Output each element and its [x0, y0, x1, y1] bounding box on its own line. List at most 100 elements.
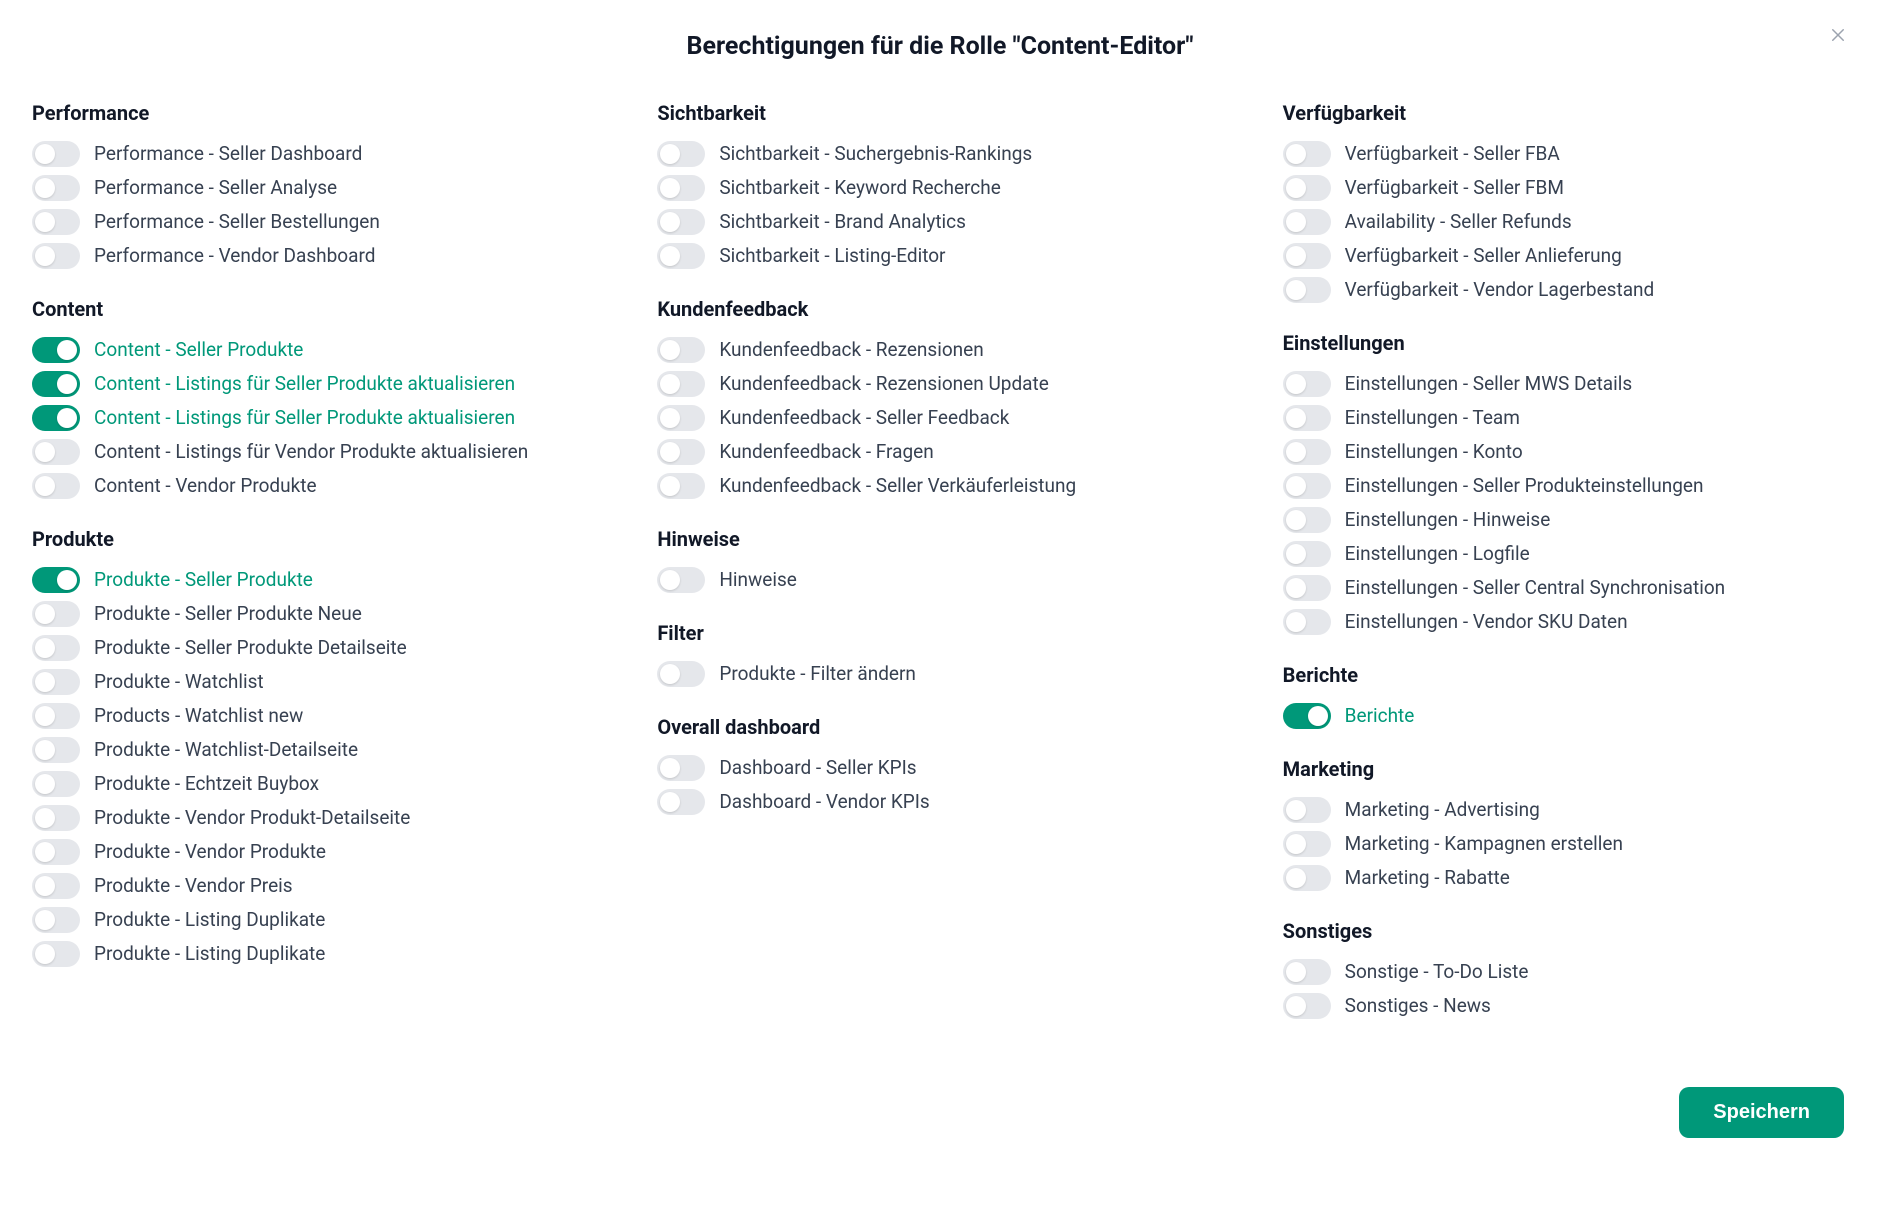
permission-toggle[interactable]: [657, 141, 705, 167]
permission-label: Performance - Seller Analyse: [94, 175, 337, 201]
permission-row-performance-seller-bestellungen: Performance - Seller Bestellungen: [32, 205, 597, 239]
permission-toggle[interactable]: [1283, 609, 1331, 635]
permission-toggle[interactable]: [657, 209, 705, 235]
permission-toggle[interactable]: [657, 439, 705, 465]
permission-toggle[interactable]: [1283, 277, 1331, 303]
permission-row-berichte: Berichte: [1283, 699, 1848, 733]
permission-row-performance-vendor-dashboard: Performance - Vendor Dashboard: [32, 239, 597, 273]
permission-toggle[interactable]: [32, 567, 80, 593]
section-title: Berichte: [1283, 663, 1848, 687]
permission-label: Performance - Vendor Dashboard: [94, 243, 375, 269]
permission-row-produkte-watchlist-detailseite: Produkte - Watchlist-Detailseite: [32, 733, 597, 767]
permission-toggle[interactable]: [32, 601, 80, 627]
permission-toggle[interactable]: [657, 243, 705, 269]
permission-label: Verfügbarkeit - Vendor Lagerbestand: [1345, 277, 1655, 303]
permission-toggle[interactable]: [32, 371, 80, 397]
permission-toggle[interactable]: [32, 703, 80, 729]
permission-label: Produkte - Seller Produkte: [94, 567, 313, 593]
permission-toggle[interactable]: [1283, 541, 1331, 567]
permission-toggle[interactable]: [32, 669, 80, 695]
permission-toggle[interactable]: [1283, 993, 1331, 1019]
permission-toggle[interactable]: [32, 141, 80, 167]
toggle-knob: [660, 476, 680, 496]
permission-toggle[interactable]: [1283, 371, 1331, 397]
save-button[interactable]: Speichern: [1679, 1087, 1844, 1138]
toggle-knob: [35, 476, 55, 496]
toggle-knob: [35, 672, 55, 692]
permission-toggle[interactable]: [1283, 175, 1331, 201]
permission-toggle[interactable]: [657, 337, 705, 363]
permission-label: Hinweise: [719, 567, 797, 593]
permission-toggle[interactable]: [32, 941, 80, 967]
permission-toggle[interactable]: [1283, 831, 1331, 857]
permission-toggle[interactable]: [32, 405, 80, 431]
close-button[interactable]: [1824, 22, 1852, 50]
permission-toggle[interactable]: [1283, 575, 1331, 601]
permission-row-einstellungen-seller-central-synchronisation: Einstellungen - Seller Central Synchroni…: [1283, 571, 1848, 605]
section-title: Filter: [657, 621, 1222, 645]
permission-row-content-listings-f-r-seller-produkte-aktualisieren: Content - Listings für Seller Produkte a…: [32, 401, 597, 435]
permission-toggle[interactable]: [32, 175, 80, 201]
permission-label: Content - Vendor Produkte: [94, 473, 317, 499]
permission-toggle[interactable]: [1283, 439, 1331, 465]
permission-toggle[interactable]: [657, 789, 705, 815]
permission-row-produkte-vendor-produkt-detailseite: Produkte - Vendor Produkt-Detailseite: [32, 801, 597, 835]
permission-toggle[interactable]: [32, 873, 80, 899]
permission-toggle[interactable]: [32, 243, 80, 269]
toggle-knob: [660, 246, 680, 266]
permission-row-kundenfeedback-fragen: Kundenfeedback - Fragen: [657, 435, 1222, 469]
permission-label: Marketing - Advertising: [1345, 797, 1540, 823]
permission-label: Kundenfeedback - Rezensionen: [719, 337, 983, 363]
permission-toggle[interactable]: [32, 805, 80, 831]
toggle-knob: [35, 604, 55, 624]
toggle-knob: [1286, 544, 1306, 564]
section-title: Overall dashboard: [657, 715, 1222, 739]
permission-toggle[interactable]: [1283, 405, 1331, 431]
permission-label: Sichtbarkeit - Brand Analytics: [719, 209, 966, 235]
permission-toggle[interactable]: [32, 439, 80, 465]
permission-toggle[interactable]: [32, 473, 80, 499]
permission-toggle[interactable]: [1283, 797, 1331, 823]
section-title: Performance: [32, 101, 597, 125]
permission-toggle[interactable]: [1283, 243, 1331, 269]
permission-row-verf-gbarkeit-seller-fba: Verfügbarkeit - Seller FBA: [1283, 137, 1848, 171]
toggle-knob: [1286, 246, 1306, 266]
permission-toggle[interactable]: [657, 371, 705, 397]
permission-toggle[interactable]: [657, 175, 705, 201]
permission-toggle[interactable]: [32, 907, 80, 933]
permission-toggle[interactable]: [32, 771, 80, 797]
permission-toggle[interactable]: [657, 567, 705, 593]
permission-toggle[interactable]: [32, 209, 80, 235]
permission-row-verf-gbarkeit-seller-anlieferung: Verfügbarkeit - Seller Anlieferung: [1283, 239, 1848, 273]
permission-toggle[interactable]: [1283, 507, 1331, 533]
permissions-section-verf-gbarkeit: VerfügbarkeitVerfügbarkeit - Seller FBAV…: [1283, 101, 1848, 307]
permission-toggle[interactable]: [32, 635, 80, 661]
permission-toggle[interactable]: [32, 839, 80, 865]
permission-toggle[interactable]: [1283, 473, 1331, 499]
permission-toggle[interactable]: [32, 737, 80, 763]
permission-toggle[interactable]: [657, 661, 705, 687]
toggle-knob: [35, 808, 55, 828]
permission-label: Einstellungen - Seller MWS Details: [1345, 371, 1633, 397]
permission-toggle[interactable]: [1283, 141, 1331, 167]
permission-label: Einstellungen - Hinweise: [1345, 507, 1551, 533]
permission-toggle[interactable]: [657, 755, 705, 781]
permissions-column: VerfügbarkeitVerfügbarkeit - Seller FBAV…: [1283, 101, 1848, 1047]
permission-toggle[interactable]: [1283, 865, 1331, 891]
modal-footer: Speichern: [32, 1087, 1848, 1138]
permission-toggle[interactable]: [657, 405, 705, 431]
permission-row-dashboard-vendor-kpis: Dashboard - Vendor KPIs: [657, 785, 1222, 819]
permission-toggle[interactable]: [1283, 703, 1331, 729]
permissions-column: SichtbarkeitSichtbarkeit - Suchergebnis-…: [657, 101, 1222, 843]
permission-toggle[interactable]: [32, 337, 80, 363]
permission-label: Verfügbarkeit - Seller Anlieferung: [1345, 243, 1622, 269]
permission-label: Availability - Seller Refunds: [1345, 209, 1572, 235]
toggle-knob: [35, 842, 55, 862]
permission-label: Sichtbarkeit - Suchergebnis-Rankings: [719, 141, 1032, 167]
permission-toggle[interactable]: [1283, 209, 1331, 235]
permission-label: Produkte - Vendor Preis: [94, 873, 293, 899]
permission-toggle[interactable]: [657, 473, 705, 499]
permission-toggle[interactable]: [1283, 959, 1331, 985]
permissions-section-berichte: Berichte Berichte: [1283, 663, 1848, 733]
permission-label: Sonstige - To-Do Liste: [1345, 959, 1529, 985]
